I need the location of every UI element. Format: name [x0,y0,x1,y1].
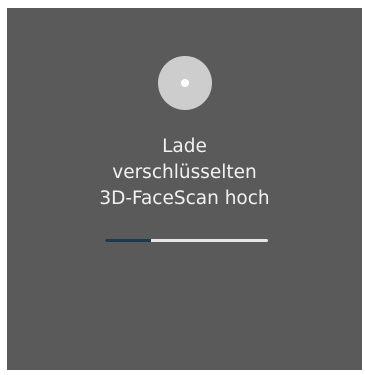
loading-spinner-icon [158,56,212,110]
spinner-dot [181,79,189,87]
upload-status-message: Lade verschlüsselten 3D-FaceScan hoch [7,134,362,212]
status-line-2: verschlüsselten [112,162,257,183]
status-line-3: 3D-FaceScan hoch [99,188,270,209]
upload-panel: Lade verschlüsselten 3D-FaceScan hoch [7,8,362,370]
upload-progress-bar [105,239,268,242]
upload-progress-fill [105,239,151,242]
status-line-1: Lade [162,136,207,157]
